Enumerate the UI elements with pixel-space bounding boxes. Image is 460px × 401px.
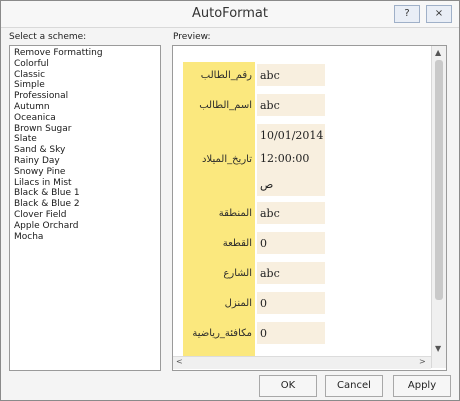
- value-cell: [257, 232, 325, 254]
- close-button[interactable]: ×: [426, 5, 452, 23]
- ok-button[interactable]: OK: [259, 375, 317, 397]
- preview-label: Preview:: [173, 32, 211, 42]
- field-label: الشارع: [223, 268, 252, 279]
- scroll-right-icon[interactable]: >: [419, 357, 426, 366]
- scheme-item[interactable]: Lilacs in Mist: [10, 178, 160, 189]
- field-label: تاريخ_الميلاد: [202, 154, 252, 165]
- field-value: 0: [260, 327, 267, 340]
- scheme-item[interactable]: Remove Formatting: [10, 48, 160, 59]
- scheme-item[interactable]: Brown Sugar: [10, 124, 160, 135]
- field-label: اسم_الطالب: [199, 100, 252, 111]
- scroll-up-icon[interactable]: ▲: [435, 48, 441, 57]
- field-value: abc: [260, 99, 280, 112]
- field-value: abc: [260, 267, 280, 280]
- scroll-thumb[interactable]: [435, 60, 443, 300]
- window-title: AutoFormat: [192, 6, 268, 21]
- field-label: القطعة: [222, 238, 252, 249]
- scheme-item[interactable]: Sand & Sky: [10, 145, 160, 156]
- field-label: رقم_الطالب: [200, 70, 252, 81]
- scheme-item[interactable]: Clover Field: [10, 210, 160, 221]
- scheme-item[interactable]: Rainy Day: [10, 156, 160, 167]
- scheme-item[interactable]: Black & Blue 2: [10, 199, 160, 210]
- scheme-item[interactable]: Mocha: [10, 232, 160, 243]
- scheme-item[interactable]: Professional: [10, 91, 160, 102]
- field-value: 12:00:00: [260, 152, 310, 165]
- scheme-item[interactable]: Snowy Pine: [10, 167, 160, 178]
- scheme-item[interactable]: Classic: [10, 70, 160, 81]
- help-button[interactable]: ?: [394, 5, 420, 23]
- scroll-down-icon[interactable]: ▼: [435, 344, 441, 353]
- title-bar: AutoFormat ? ×: [1, 1, 459, 28]
- horizontal-scrollbar[interactable]: < >: [173, 356, 431, 369]
- scheme-item[interactable]: Slate: [10, 134, 160, 145]
- scheme-item[interactable]: Oceanica: [10, 113, 160, 124]
- scheme-item[interactable]: Colorful: [10, 59, 160, 70]
- field-label: مكافئة_رياضية: [192, 328, 252, 339]
- apply-button[interactable]: Apply: [393, 375, 451, 397]
- scheme-item[interactable]: Simple: [10, 80, 160, 91]
- cancel-button[interactable]: Cancel: [325, 375, 383, 397]
- field-label: المنطقة: [218, 208, 252, 219]
- scheme-item[interactable]: Autumn: [10, 102, 160, 113]
- scheme-item[interactable]: Black & Blue 1: [10, 188, 160, 199]
- field-value: 0: [260, 237, 267, 250]
- scheme-label: Select a scheme:: [9, 32, 87, 42]
- field-value: abc: [260, 207, 280, 220]
- autoformat-dialog: AutoFormat ? × Select a scheme: Remove F…: [0, 0, 460, 401]
- field-value: ص: [260, 178, 274, 191]
- value-cell: [257, 292, 325, 314]
- preview-pane: رقم_الطالب اسم_الطالب تاريخ_الميلاد المن…: [172, 45, 447, 371]
- field-value: abc: [260, 69, 280, 82]
- scheme-item[interactable]: Apple Orchard: [10, 221, 160, 232]
- scheme-list[interactable]: Remove Formatting Colorful Classic Simpl…: [9, 45, 161, 371]
- field-value: 10/01/2014: [260, 129, 324, 142]
- vertical-scrollbar[interactable]: ▲ ▼: [431, 46, 446, 368]
- value-cell: [257, 322, 325, 344]
- field-value: 0: [260, 297, 267, 310]
- scroll-left-icon[interactable]: <: [176, 357, 183, 366]
- field-label: المنزل: [224, 298, 252, 309]
